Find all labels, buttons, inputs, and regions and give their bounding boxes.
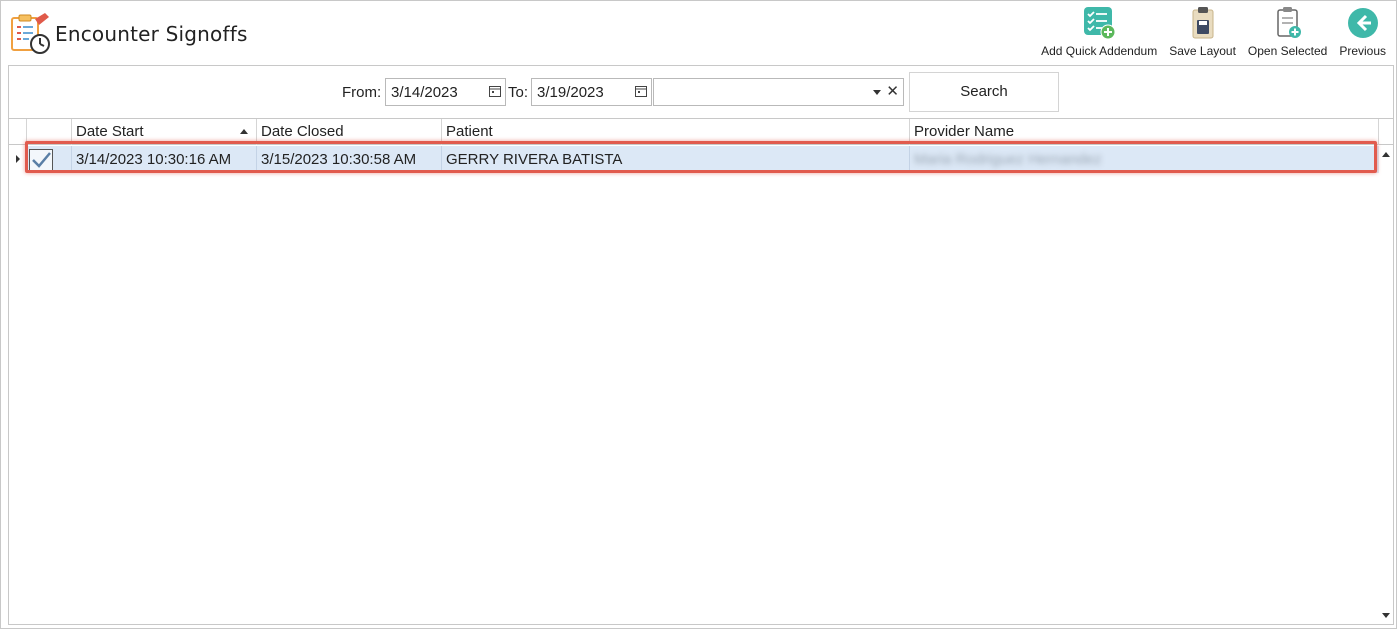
save-layout-label: Save Layout <box>1169 44 1236 58</box>
from-label: From: <box>342 84 382 101</box>
filter-bar: From: 3/14/2023 To: 3/19/2023 ✕ Search <box>9 66 1393 118</box>
cell-provider-name: Maria Rodriguez Hernandez <box>914 151 1102 168</box>
column-header-label: Date Closed <box>261 123 344 140</box>
sort-ascending-icon <box>240 129 248 134</box>
add-quick-addendum-label: Add Quick Addendum <box>1041 44 1158 58</box>
row-checkbox[interactable] <box>29 149 53 171</box>
column-header-label: Patient <box>446 123 493 140</box>
chevron-down-icon[interactable] <box>873 90 881 95</box>
close-icon[interactable]: ✕ <box>886 82 899 100</box>
checklist-add-icon <box>1082 5 1116 41</box>
clipboard-clock-icon <box>9 13 51 55</box>
arrow-left-circle-icon <box>1346 5 1380 41</box>
toolbar: Add Quick Addendum Save Layout Open Sele… <box>1035 5 1392 61</box>
cell-patient: GERRY RIVERA BATISTA <box>446 151 623 168</box>
table-row[interactable]: 3/14/2023 10:30:16 AM 3/15/2023 10:30:58… <box>27 146 1379 173</box>
column-header-spacer <box>1378 119 1393 145</box>
add-quick-addendum-button[interactable]: Add Quick Addendum <box>1035 5 1163 58</box>
encounters-grid: Date Start Date Closed Patient Provider … <box>9 118 1393 624</box>
previous-button[interactable]: Previous <box>1333 5 1392 58</box>
main-panel: From: 3/14/2023 To: 3/19/2023 ✕ Search D… <box>8 65 1394 625</box>
open-selected-label: Open Selected <box>1247 44 1328 58</box>
calendar-icon[interactable] <box>635 85 647 97</box>
grid-header: Date Start Date Closed Patient Provider … <box>9 118 1393 145</box>
filter-combo[interactable]: ✕ <box>653 78 904 106</box>
previous-label: Previous <box>1339 44 1386 58</box>
column-header-date-start[interactable]: Date Start <box>71 119 256 145</box>
save-layout-button[interactable]: Save Layout <box>1163 5 1242 58</box>
encounter-signoffs-window: Encounter Signoffs Add Quick Addendum Sa… <box>0 0 1397 629</box>
search-button[interactable]: Search <box>909 72 1059 112</box>
checkmark-icon <box>32 152 51 168</box>
calendar-icon[interactable] <box>489 85 501 97</box>
row-indicator-icon <box>16 155 20 163</box>
scroll-up-icon[interactable] <box>1382 152 1390 157</box>
open-selected-button[interactable]: Open Selected <box>1242 5 1333 58</box>
document-add-icon <box>1271 5 1305 41</box>
column-header-date-closed[interactable]: Date Closed <box>256 119 441 145</box>
header: Encounter Signoffs Add Quick Addendum Sa… <box>1 1 1396 65</box>
from-date-value: 3/14/2023 <box>391 84 458 101</box>
to-date-value: 3/19/2023 <box>537 84 604 101</box>
scroll-down-icon[interactable] <box>1382 613 1390 618</box>
page-title: Encounter Signoffs <box>55 22 248 46</box>
column-header-label: Date Start <box>76 123 144 140</box>
column-header-provider-name[interactable]: Provider Name <box>909 119 1379 145</box>
from-date-input[interactable]: 3/14/2023 <box>385 78 506 106</box>
to-date-input[interactable]: 3/19/2023 <box>531 78 652 106</box>
to-label: To: <box>508 84 529 101</box>
vertical-scrollbar[interactable] <box>1379 146 1393 624</box>
clipboard-save-icon <box>1186 5 1220 41</box>
cell-date-start: 3/14/2023 10:30:16 AM <box>76 151 232 168</box>
column-header-label: Provider Name <box>914 123 1015 140</box>
column-header-patient[interactable]: Patient <box>441 119 909 145</box>
checkbox-column-header[interactable] <box>26 119 71 145</box>
cell-date-closed: 3/15/2023 10:30:58 AM <box>261 151 417 168</box>
